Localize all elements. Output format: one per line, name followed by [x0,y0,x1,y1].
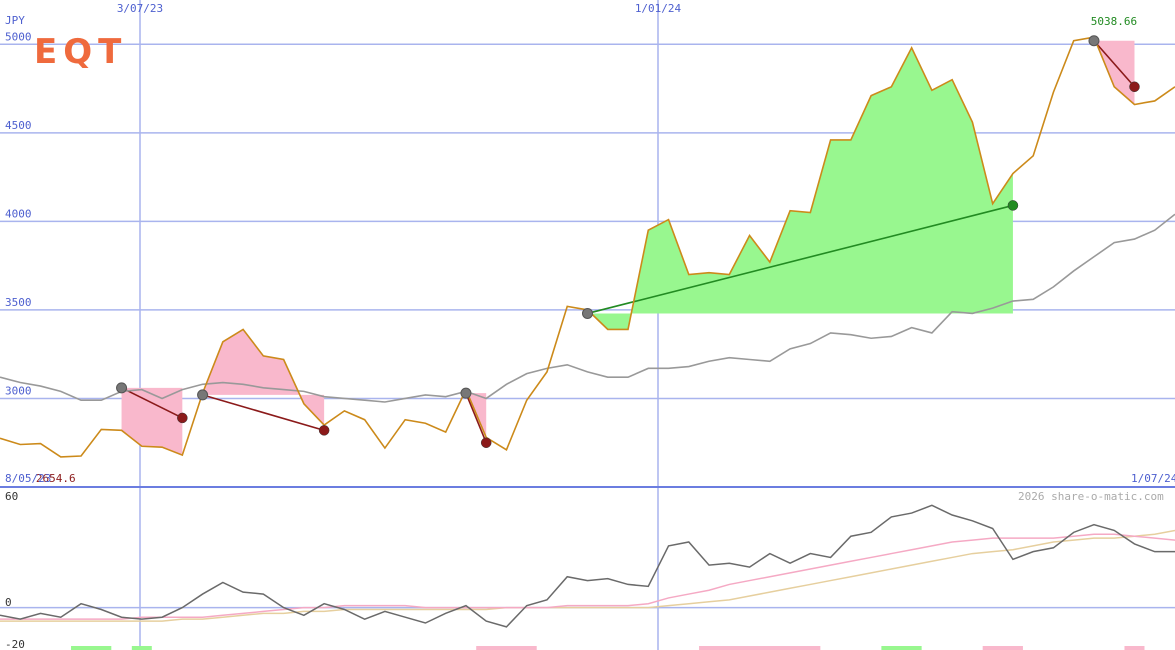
top-date-label: 3/07/23 [117,2,163,15]
unit-label: JPY [5,14,25,27]
trade-entry-marker [460,387,472,399]
osc-signal-bar [476,646,537,650]
bottom-date-label: 1/07/24 [1131,472,1175,485]
chart-logo: EQT [34,32,127,72]
y-tick-label-3500: 3500 [5,296,32,309]
high-label: 5038.66 [1091,15,1137,28]
trade-exit-marker [177,412,188,424]
trade-exit-marker [318,425,330,436]
osc-tick-label-60: 60 [5,490,18,503]
osc-signal-bar [881,646,922,650]
trade-shading [121,37,1136,456]
y-tick-label-3000: 3000 [5,384,32,397]
y-tick-label-4000: 4000 [5,207,32,220]
top-date-label: 1/01/24 [635,2,682,15]
trade-entry-marker [582,307,593,319]
trade-entry-marker [197,389,209,401]
grid-layer [0,0,1175,650]
bottom-date-label: 8/05/23 [5,472,51,485]
trade-area-loss [202,329,325,426]
trade-area-loss [121,387,183,456]
osc-tick-label--20: -20 [5,638,25,650]
oscillator-line-2 [0,533,1175,620]
trade-exit-marker [1129,81,1140,93]
osc-signal-bar [1124,646,1145,650]
chart-canvas: 3000 3500 4000 4500 5000 3/07/23 1/01/24 5038.6… [0,0,1175,650]
osc-signal-bar [699,646,821,650]
credit-label: 2026 share-o-matic.com [1018,490,1164,503]
trade-entry-marker [116,382,128,394]
y-tick-label-4500: 4500 [5,119,32,132]
y-tick-label-5000: 5000 [5,30,32,43]
osc-signal-bar [131,646,152,650]
trade-exit-marker [1007,200,1019,211]
osc-tick-label-0: 0 [5,596,12,609]
trade-entry-marker [1088,35,1100,47]
trade-exit-marker [480,437,492,448]
oscillator-line-1 [0,504,1175,628]
trade-area-gain [587,47,1013,330]
osc-signal-bar [71,646,112,650]
osc-signal-bar [982,646,1023,650]
